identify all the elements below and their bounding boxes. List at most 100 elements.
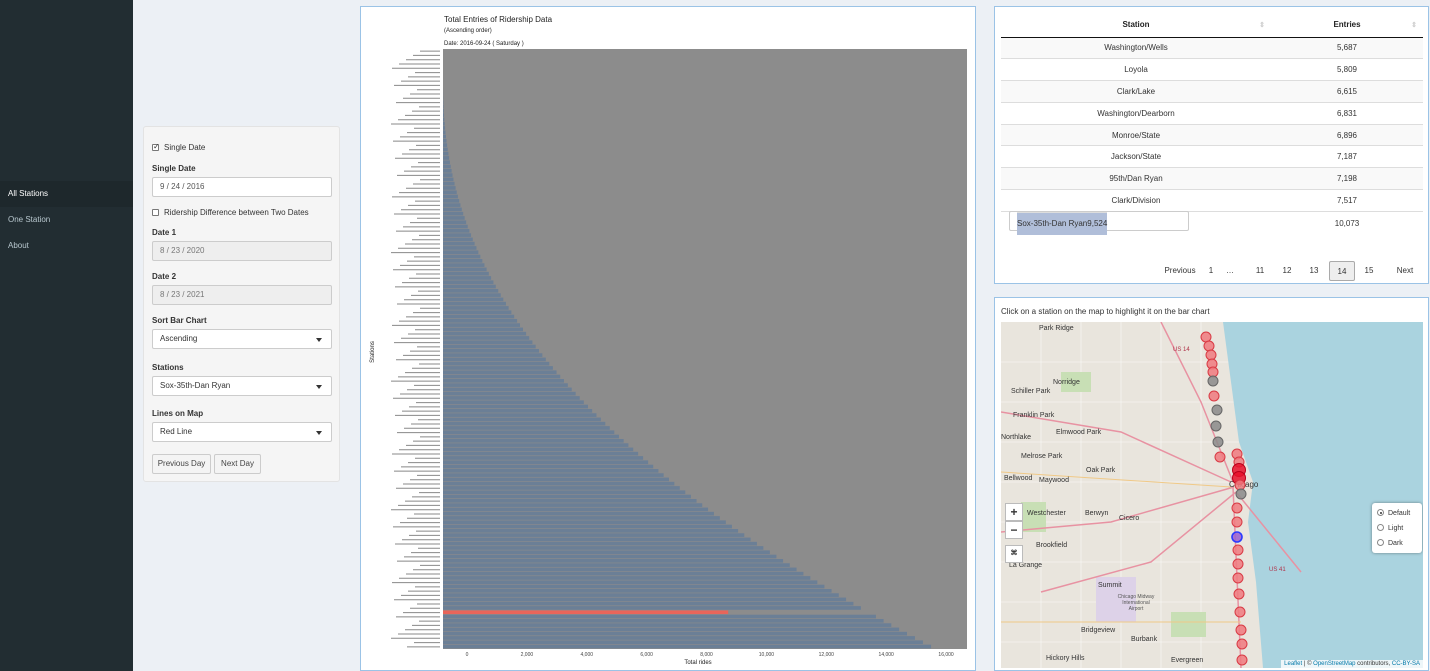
bar[interactable] (443, 490, 686, 495)
station-marker[interactable] (1234, 606, 1246, 618)
bar[interactable] (443, 481, 675, 486)
leaflet-link[interactable]: Leaflet (1284, 661, 1302, 667)
bar[interactable] (443, 271, 489, 276)
radio-icon[interactable] (1377, 524, 1384, 531)
bar[interactable] (443, 160, 450, 165)
bar[interactable] (443, 331, 527, 336)
bar[interactable] (443, 254, 481, 259)
bar[interactable] (443, 370, 557, 375)
layer-option-default[interactable]: Default (1377, 509, 1410, 517)
bar[interactable] (443, 400, 584, 405)
bar[interactable] (443, 627, 900, 632)
bar[interactable] (443, 413, 597, 417)
station-map[interactable]: Park Ridge Norridge Schiller Park Frankl… (1001, 322, 1423, 668)
sidebar-item-about[interactable]: About (0, 233, 133, 259)
bar[interactable] (443, 353, 543, 357)
bar[interactable] (443, 589, 832, 593)
date1-input[interactable]: 8 / 23 / 2020 (152, 241, 332, 261)
bar[interactable] (443, 306, 509, 310)
bar[interactable] (443, 451, 639, 456)
sort-select[interactable]: Ascending (152, 329, 332, 349)
bar[interactable] (443, 211, 464, 216)
bar[interactable] (443, 147, 448, 152)
bar[interactable] (443, 541, 757, 546)
bar[interactable] (443, 593, 839, 597)
bar[interactable] (443, 203, 461, 207)
single-date-checkbox-row[interactable]: Single Date (152, 142, 205, 152)
bar[interactable] (443, 340, 533, 345)
bar[interactable] (443, 421, 606, 426)
station-marker[interactable] (1234, 479, 1246, 491)
station-marker[interactable] (1200, 331, 1212, 343)
bar[interactable] (443, 520, 726, 525)
bar[interactable] (443, 387, 572, 392)
reset-view-button[interactable]: ⌘ (1005, 545, 1023, 563)
bar[interactable] (443, 241, 475, 246)
bar[interactable] (443, 379, 564, 383)
bar[interactable] (443, 139, 447, 143)
pagination-page[interactable]: 12 (1277, 261, 1297, 281)
sidebar-item-one-station[interactable]: One Station (0, 207, 133, 233)
bar[interactable] (443, 580, 818, 585)
next-day-button[interactable]: Next Day (214, 454, 261, 474)
station-marker[interactable] (1231, 516, 1243, 528)
bar[interactable] (443, 503, 703, 507)
table-row[interactable]: Monroe/State 6,896 (1001, 123, 1423, 146)
station-marker[interactable] (1231, 502, 1243, 514)
bar[interactable] (443, 237, 473, 242)
bar[interactable] (443, 550, 770, 555)
station-marker[interactable] (1235, 488, 1247, 500)
bar[interactable] (443, 117, 445, 122)
bar[interactable] (443, 190, 457, 195)
bar[interactable] (443, 186, 456, 190)
layer-option-light[interactable]: Light (1377, 524, 1403, 532)
zoom-out-button[interactable]: − (1005, 521, 1023, 539)
license-link[interactable]: CC-BY-SA (1392, 661, 1420, 667)
bar[interactable] (443, 181, 455, 186)
bar[interactable] (443, 113, 445, 117)
previous-day-button[interactable]: Previous Day (152, 454, 211, 474)
bar[interactable] (443, 426, 610, 430)
bar[interactable] (443, 469, 659, 473)
station-marker[interactable] (1208, 390, 1220, 402)
stations-select[interactable]: Sox-35th-Dan Ryan (152, 376, 332, 396)
table-row[interactable]: Washington/Wells 5,687 (1001, 36, 1423, 59)
bar[interactable] (443, 310, 512, 315)
bar[interactable] (443, 229, 470, 233)
bar[interactable] (443, 456, 644, 460)
table-row[interactable]: Sox-35th-Dan Ryan 9,524 (1009, 211, 1189, 235)
station-marker[interactable] (1236, 654, 1248, 666)
bar[interactable] (443, 374, 561, 379)
bar[interactable] (443, 216, 465, 220)
bar[interactable] (443, 327, 524, 332)
bar[interactable] (443, 443, 629, 447)
bar[interactable] (443, 164, 451, 169)
station-marker-selected[interactable] (1231, 531, 1243, 543)
table-row[interactable]: Washington/Dearborn 6,831 (1001, 101, 1423, 125)
bar[interactable] (443, 584, 825, 589)
bar[interactable] (443, 109, 444, 113)
bar[interactable] (443, 567, 797, 572)
table-row[interactable]: 95th/Dan Ryan 7,198 (1001, 167, 1423, 190)
bar[interactable] (443, 199, 460, 203)
station-markers[interactable] (1001, 322, 1423, 668)
sidebar-item-all-stations[interactable]: All Stations (0, 181, 133, 207)
bar[interactable] (443, 537, 751, 542)
bar[interactable] (443, 524, 732, 529)
bar-highlighted[interactable] (443, 610, 729, 615)
bar[interactable] (443, 473, 664, 477)
layer-option-dark[interactable]: Dark (1377, 539, 1403, 547)
zoom-in-button[interactable]: + (1005, 503, 1023, 521)
station-marker[interactable] (1235, 624, 1247, 636)
table-row[interactable]: Jackson/State 7,187 (1001, 145, 1423, 168)
bar[interactable] (443, 336, 530, 340)
bar[interactable] (443, 301, 506, 306)
bar[interactable] (443, 323, 521, 327)
radio-icon[interactable] (1377, 509, 1384, 516)
bar[interactable] (443, 644, 932, 649)
single-date-input[interactable]: 9 / 24 / 2016 (152, 177, 332, 197)
bar[interactable] (443, 439, 624, 443)
station-marker[interactable] (1233, 588, 1245, 600)
bar[interactable] (443, 571, 804, 576)
pagination-page[interactable]: 11 (1250, 261, 1270, 281)
